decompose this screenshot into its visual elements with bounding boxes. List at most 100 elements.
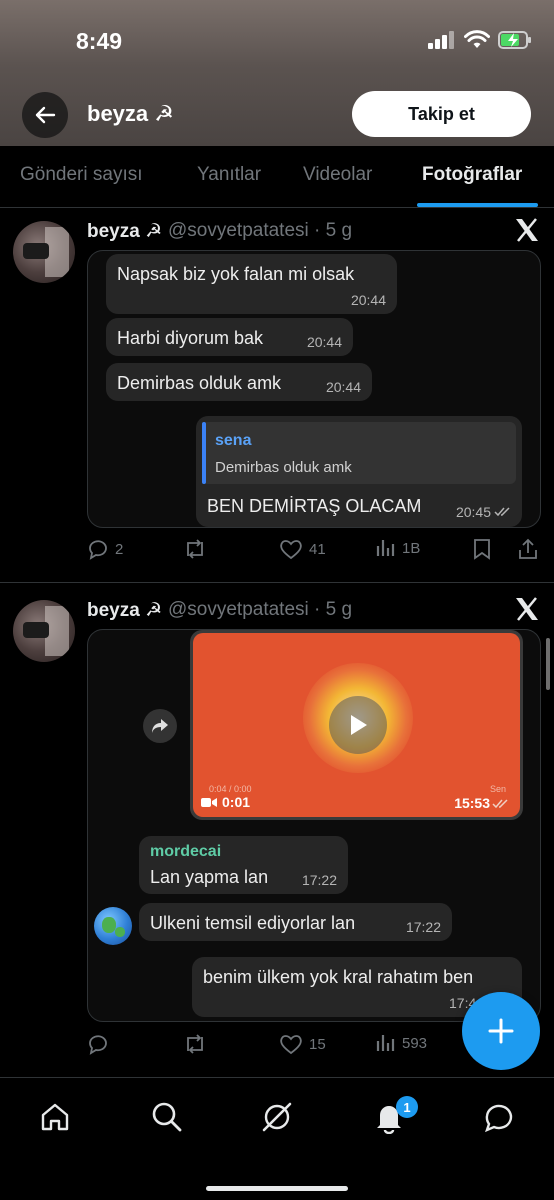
reply-count: 2 xyxy=(115,540,124,558)
play-icon xyxy=(351,715,367,735)
repost-button[interactable] xyxy=(183,538,207,560)
battery-charging-icon xyxy=(498,31,531,49)
play-button[interactable] xyxy=(329,696,387,754)
post-author-name[interactable]: beyza ☭ xyxy=(87,599,162,622)
reply-icon xyxy=(89,1035,107,1055)
repost-button[interactable] xyxy=(183,1033,207,1055)
post[interactable]: beyza ☭ @sovyetpatatesi · 5 g Napsak biz… xyxy=(0,208,554,583)
follow-button[interactable]: Takip et xyxy=(352,91,531,137)
like-count: 41 xyxy=(309,540,326,558)
views-count: 1B xyxy=(402,539,421,557)
nav-home[interactable] xyxy=(38,1100,72,1139)
bottom-navigation: 1 xyxy=(0,1077,554,1200)
profile-header: 8:49 beyza ☭ Takip et xyxy=(0,0,554,146)
video-duration: 0:01 xyxy=(201,794,250,810)
tab-replies[interactable]: Yanıtlar xyxy=(197,164,261,186)
x-logo-icon xyxy=(514,597,540,628)
video-thumbnail[interactable]: 0:04 / 0:00 Sen 0:01 15:53 xyxy=(193,633,520,817)
chat-message-time: 20:44 xyxy=(325,379,361,395)
chat-message-time: 20:45 xyxy=(455,504,491,520)
video-time: 15:53 xyxy=(454,795,490,811)
views-chart-icon xyxy=(376,540,395,556)
video-message[interactable]: 0:04 / 0:00 Sen 0:01 15:53 xyxy=(190,630,523,820)
forward-button[interactable] xyxy=(143,709,177,743)
scrollbar[interactable] xyxy=(546,638,550,690)
grok-icon xyxy=(262,1102,292,1132)
chat-bubble: Harbi diyorum bak 20:44 xyxy=(106,318,353,356)
like-button[interactable]: 41 xyxy=(279,538,326,560)
status-icons xyxy=(428,30,532,50)
chat-message-text: Harbi diyorum bak xyxy=(117,328,264,348)
chat-message-text: Ulkeni temsil ediyorlar lan xyxy=(150,913,356,933)
views-button[interactable]: 1B xyxy=(376,538,420,558)
x-logo-icon xyxy=(514,218,540,249)
profile-tabs: Gönderi sayısı Yanıtlar Videolar Fotoğra… xyxy=(0,146,554,208)
chat-bubble: Napsak biz yok falan mi olsak 20:44 xyxy=(106,254,397,314)
forward-arrow-icon xyxy=(152,719,168,733)
chat-reply-bubble: sena Demirbas olduk amk BEN DEMİRTAŞ OLA… xyxy=(196,416,522,527)
views-count: 593 xyxy=(402,1034,428,1052)
double-check-icon xyxy=(492,799,508,809)
chat-message-text: Lan yapma lan xyxy=(150,867,269,887)
avatar[interactable] xyxy=(13,221,75,283)
tab-photos[interactable]: Fotoğraflar xyxy=(422,164,522,186)
chat-message-text: BEN DEMİRTAŞ OLACAM xyxy=(207,496,422,516)
like-button[interactable]: 15 xyxy=(279,1033,326,1055)
tab-posts[interactable]: Gönderi sayısı xyxy=(20,164,143,186)
post-actions: 2 41 1B xyxy=(87,538,541,568)
post-author-name[interactable]: beyza ☭ xyxy=(87,220,162,243)
chat-message-text: Napsak biz yok falan mi olsak xyxy=(117,264,355,284)
back-button[interactable] xyxy=(22,92,68,138)
home-indicator xyxy=(206,1186,348,1191)
post-media-chat-screenshot[interactable]: Napsak biz yok falan mi olsak 20:44 Harb… xyxy=(87,250,541,528)
nav-grok[interactable] xyxy=(260,1100,294,1139)
quoted-message: sena Demirbas olduk amk xyxy=(202,422,516,484)
notification-badge: 1 xyxy=(396,1096,418,1118)
tab-videos[interactable]: Videolar xyxy=(303,164,372,186)
share-button[interactable] xyxy=(517,538,539,560)
chat-bubble: Ulkeni temsil ediyorlar lan 17:22 xyxy=(139,903,452,941)
nav-search[interactable] xyxy=(150,1100,184,1139)
share-icon xyxy=(519,538,537,559)
post[interactable]: beyza ☭ @sovyetpatatesi · 5 g 0:04 / 0:0… xyxy=(0,583,554,1077)
reply-button[interactable] xyxy=(87,1033,109,1055)
avatar-camera xyxy=(23,243,49,259)
avatar[interactable] xyxy=(13,600,75,662)
arrow-left-icon xyxy=(35,106,56,124)
globe-avatar-icon xyxy=(94,907,132,945)
plus-icon xyxy=(488,1018,514,1044)
bookmark-button[interactable] xyxy=(472,538,492,560)
active-tab-indicator xyxy=(417,203,538,207)
reply-button[interactable]: 2 xyxy=(87,538,123,560)
nav-messages[interactable] xyxy=(482,1100,516,1139)
status-time: 8:49 xyxy=(76,28,123,54)
profile-name: beyza ☭ xyxy=(87,101,174,126)
repost-icon xyxy=(187,1034,203,1054)
double-check-icon xyxy=(494,507,510,517)
bookmark-icon xyxy=(474,539,490,560)
compose-button[interactable] xyxy=(462,992,540,1070)
chat-message-text: Demirbas olduk amk xyxy=(117,373,282,393)
repost-icon xyxy=(187,539,203,559)
avatar-camera xyxy=(23,622,49,638)
quoted-sender: sena xyxy=(215,432,252,449)
search-icon xyxy=(152,1102,182,1132)
post-handle-time: @sovyetpatatesi · 5 g xyxy=(168,599,353,620)
post-media-chat-screenshot[interactable]: 0:04 / 0:00 Sen 0:01 15:53 mordecai Lan … xyxy=(87,629,541,1022)
views-button[interactable]: 593 xyxy=(376,1033,427,1053)
views-chart-icon xyxy=(376,1035,395,1051)
quote-bar xyxy=(202,422,206,484)
post-handle-time: @sovyetpatatesi · 5 g xyxy=(168,220,353,241)
chat-message-time: 17:22 xyxy=(405,919,441,935)
home-icon xyxy=(41,1103,69,1131)
chat-bubble: Demirbas olduk amk 20:44 xyxy=(106,363,372,401)
video-overlay-right: Sen xyxy=(489,784,506,794)
chat-message-time: 20:44 xyxy=(350,292,386,308)
signal-icon xyxy=(428,31,454,49)
chat-message-text: benim ülkem yok kral rahatım ben xyxy=(203,967,474,987)
chat-bubble: mordecai Lan yapma lan 17:22 xyxy=(139,836,348,894)
heart-icon xyxy=(280,540,302,560)
video-overlay-small: 0:04 / 0:00 xyxy=(209,784,252,794)
chat-message-time: 17:22 xyxy=(301,872,337,888)
reply-icon xyxy=(89,540,107,560)
